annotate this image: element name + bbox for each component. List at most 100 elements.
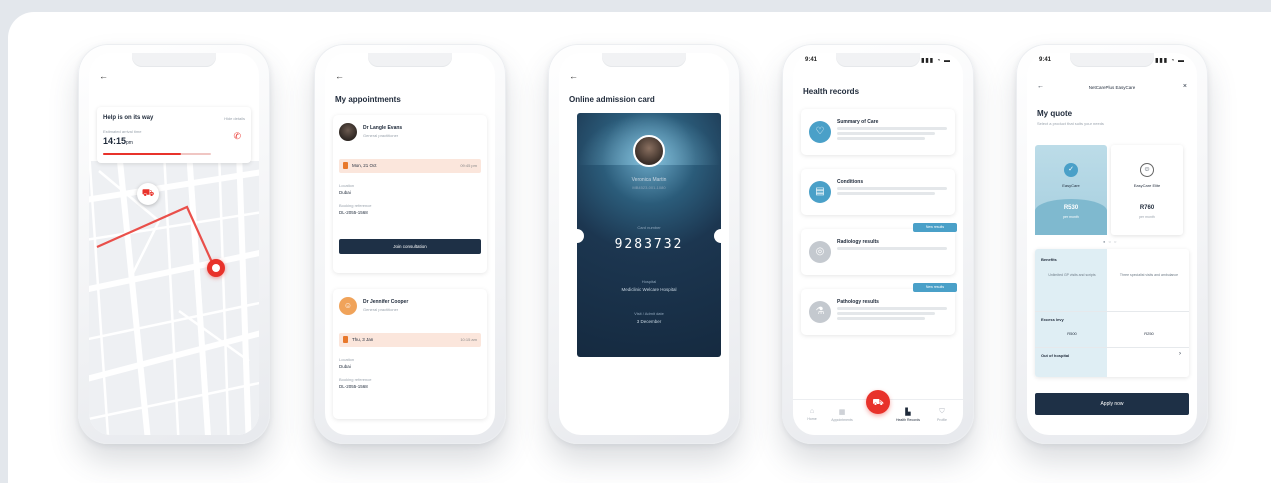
location-value: Dubai bbox=[339, 364, 351, 369]
record-title: Radiology results bbox=[837, 239, 879, 245]
table-cell: Three specialist visits and ambulance bbox=[1119, 273, 1179, 277]
tab-health-records[interactable]: ▙ Health Records bbox=[893, 408, 923, 422]
hospital-name: Mediclinic Welcare Hospital bbox=[621, 287, 677, 292]
join-consultation-button[interactable]: Join consultation bbox=[339, 239, 481, 254]
page-title: Health records bbox=[803, 87, 860, 96]
table-row-label[interactable]: Out of hospital bbox=[1041, 353, 1183, 358]
eta-value: 14:15pm bbox=[103, 136, 133, 146]
map[interactable]: ⛟ bbox=[89, 161, 259, 435]
page-subtitle: Select a product that suits your needs bbox=[1037, 121, 1104, 126]
location-pin-icon bbox=[207, 259, 225, 277]
appointment-card[interactable]: Dr Langle Evans General practitioner Mon… bbox=[333, 115, 487, 273]
record-desc bbox=[837, 137, 925, 140]
heart-icon: ♡ bbox=[809, 121, 831, 143]
time-slot: Mon, 21 Oct 09:45 pm bbox=[339, 159, 481, 173]
booking-label: Booking reference bbox=[339, 377, 372, 382]
phone-help: ← Help is on its way Hide details Estima… bbox=[78, 44, 270, 444]
booking-value: DL-2055-1568 bbox=[339, 210, 368, 215]
notch bbox=[132, 53, 216, 67]
tab-appointments[interactable]: ▦ Appointments bbox=[827, 408, 857, 422]
new-results-badge: New results bbox=[913, 283, 957, 292]
pager-dots[interactable]: ● ○ ○ bbox=[1103, 239, 1117, 244]
tab-home[interactable]: ⌂ Home bbox=[797, 408, 827, 421]
check-icon: ✓ bbox=[1064, 163, 1078, 177]
record-desc bbox=[837, 317, 925, 320]
back-arrow-icon[interactable]: ← bbox=[569, 71, 578, 81]
record-card-pathology[interactable]: New results ⚗ Pathology results bbox=[801, 283, 957, 335]
plan-name: EasyCare bbox=[1062, 183, 1080, 188]
new-results-badge: New results bbox=[913, 223, 957, 232]
slot-date: Mon, 21 Oct bbox=[352, 163, 377, 168]
tab-bar: ⌂ Home ▦ Appointments ⛟ ▙ Health Records ⛉ P… bbox=[793, 390, 963, 435]
record-title: Conditions bbox=[837, 179, 864, 185]
avatar bbox=[633, 135, 665, 167]
notch bbox=[836, 53, 920, 67]
tab-label: Home bbox=[807, 417, 817, 421]
page-title: Online admission card bbox=[569, 95, 655, 104]
phone-records: 9:41 ▮▮▮ ◔ ▬ Health records ♡ Summary of… bbox=[782, 44, 974, 444]
tab-profile[interactable]: ⛉ Profile bbox=[927, 408, 957, 422]
notch bbox=[1070, 53, 1154, 67]
table-divider bbox=[1035, 311, 1189, 312]
plan-card-selected[interactable]: ✓ EasyCare R530 per month bbox=[1035, 145, 1107, 235]
plan-name: EasyCare Elite bbox=[1133, 183, 1161, 188]
booking-value: DL-2055-1568 bbox=[339, 384, 368, 389]
record-desc bbox=[837, 187, 947, 190]
status-icons: ▮▮▮ ◔ ▬ bbox=[921, 58, 951, 64]
phone-quotes: 9:41 ▮▮▮ ◔ ▬ ← NetCarePlus EasyCare × My… bbox=[1016, 44, 1208, 444]
record-desc bbox=[837, 307, 947, 310]
eta-card: Help is on its way Hide details Estimate… bbox=[97, 107, 251, 163]
ambulance-icon: ⛟ bbox=[872, 397, 884, 407]
record-title: Pathology results bbox=[837, 299, 879, 305]
close-icon[interactable]: × bbox=[1183, 83, 1187, 90]
record-desc bbox=[837, 132, 935, 135]
plan-icon: ☺ bbox=[1140, 163, 1154, 177]
chevron-right-icon[interactable]: › bbox=[1179, 351, 1181, 357]
map-roads bbox=[89, 161, 259, 435]
emergency-button[interactable]: ⛟ bbox=[866, 390, 890, 414]
apply-now-button[interactable]: Apply now bbox=[1035, 393, 1189, 415]
ambulance-icon: ⛟ bbox=[137, 183, 159, 205]
tab-label: Appointments bbox=[831, 418, 853, 422]
appointment-card[interactable]: ☺ Dr Jennifer Cooper General practitione… bbox=[333, 289, 487, 419]
map-streets bbox=[89, 161, 259, 435]
comparison-table: Benefits Unlimited GP visits and scripts… bbox=[1035, 249, 1189, 377]
back-arrow-icon[interactable]: ← bbox=[335, 71, 344, 81]
hide-details-link[interactable]: Hide details bbox=[224, 116, 245, 121]
notch bbox=[602, 53, 686, 67]
record-card-conditions[interactable]: ▤ Conditions bbox=[801, 169, 955, 215]
table-divider bbox=[1035, 347, 1189, 348]
booking-label: Booking reference bbox=[339, 203, 372, 208]
avatar: ☺ bbox=[339, 297, 357, 315]
hospital-label: Hospital bbox=[641, 279, 657, 284]
map-svg bbox=[89, 161, 259, 435]
status-time: 9:41 bbox=[805, 57, 818, 63]
table-row-label: Excess levy bbox=[1041, 317, 1064, 322]
table-row-label: Benefits bbox=[1041, 257, 1057, 262]
phone-icon[interactable]: ✆ bbox=[233, 131, 241, 142]
table-cell: R250 bbox=[1144, 331, 1154, 336]
slot-time: 10:15 am bbox=[460, 337, 477, 342]
card-number-label: Card number bbox=[637, 225, 661, 230]
record-desc bbox=[837, 247, 947, 250]
doctor-name: Dr Jennifer Cooper bbox=[363, 299, 409, 305]
plan-card[interactable]: ☺ EasyCare Elite R760 per month bbox=[1111, 145, 1183, 235]
record-card-summary[interactable]: ♡ Summary of Care bbox=[801, 109, 955, 155]
back-arrow-icon[interactable]: ← bbox=[99, 71, 108, 81]
doctor-name: Dr Langle Evans bbox=[363, 125, 403, 131]
flask-icon: ⚗ bbox=[809, 301, 831, 323]
record-desc bbox=[837, 312, 935, 315]
status-icons: ▮▮▮ ◔ ▬ bbox=[1155, 58, 1185, 64]
cart-icon: ⛉ bbox=[939, 408, 945, 415]
page-title: My appointments bbox=[335, 95, 401, 104]
avatar bbox=[339, 123, 357, 141]
patient-id: MB4523-001-1080 bbox=[632, 185, 666, 190]
table-cell: Unlimited GP visits and scripts bbox=[1048, 273, 1096, 277]
record-title: Summary of Care bbox=[837, 119, 879, 125]
screen-quotes: 9:41 ▮▮▮ ◔ ▬ ← NetCarePlus EasyCare × My… bbox=[1027, 53, 1197, 435]
record-desc bbox=[837, 127, 947, 130]
plan-price: R530 bbox=[1063, 205, 1079, 211]
record-card-radiology[interactable]: New results ◎ Radiology results bbox=[801, 223, 957, 275]
plan-period: per month bbox=[1139, 215, 1155, 219]
nav-title: NetCarePlus EasyCare bbox=[1088, 85, 1136, 90]
